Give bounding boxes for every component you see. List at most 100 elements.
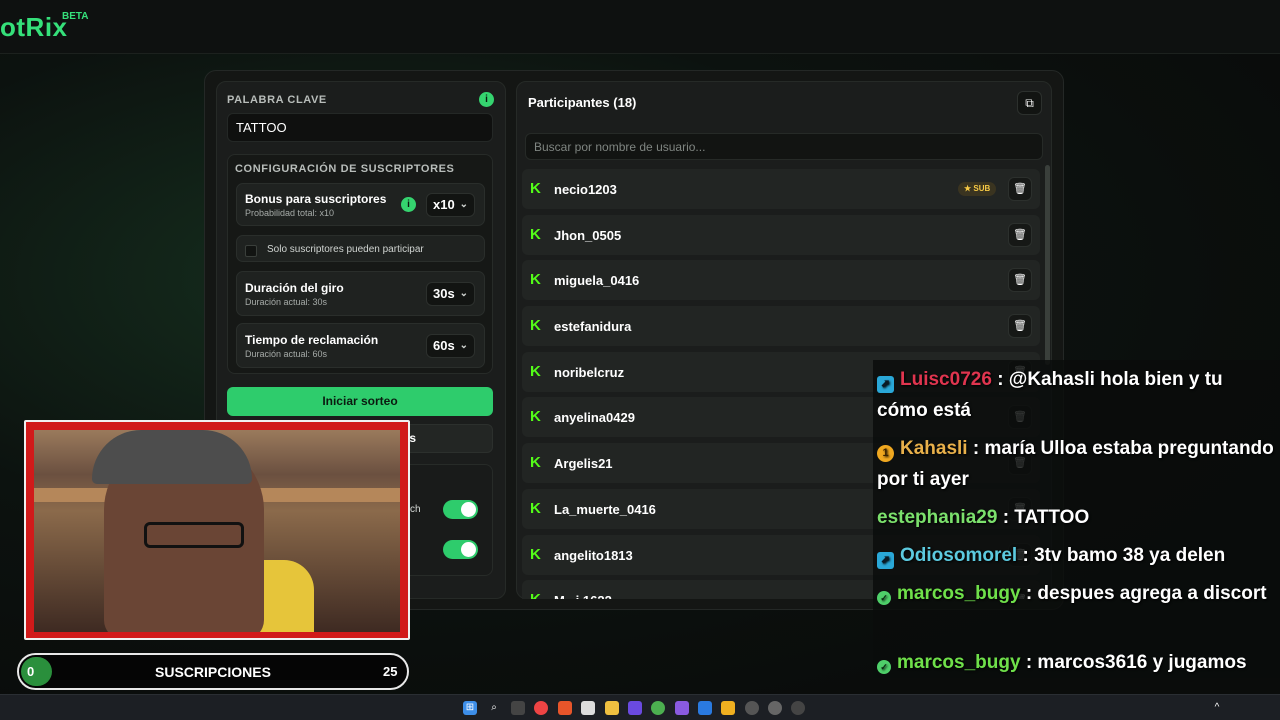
shield-icon[interactable] [698,701,712,715]
delete-participant-button[interactable]: 🗑 [1008,222,1032,247]
spin-duration-value: 30s [433,286,455,301]
brave-icon[interactable] [558,701,572,715]
participant-name: miguela_0416 [554,273,640,289]
only-subs-checkbox[interactable] [245,245,257,257]
participant-search-input[interactable] [525,133,1043,160]
twitch-icon[interactable] [675,701,689,715]
chat-text: : despues agrega a discort [1025,583,1267,604]
chat-text: : marcos3616 y jugamos [1025,652,1247,673]
microphone-icon[interactable] [1226,701,1240,715]
participants-scrollbar[interactable] [1045,165,1050,365]
top-bar: otRix BETA [0,0,1280,54]
toggle-label-1: ch [410,504,421,515]
store-icon[interactable] [581,701,595,715]
r-app-icon[interactable] [721,701,735,715]
trash-icon: 🗑 [1013,274,1027,287]
toggle-switch-1[interactable] [443,500,478,519]
goal-end-value: 25 [383,664,398,679]
participant-row: Knecio1203 ★ SUB 🗑 [522,169,1040,209]
copy-button[interactable]: ⧉ [1017,91,1042,115]
bonus-select[interactable]: x10 ⌄ [426,193,475,217]
participant-name: estefanidura [554,319,632,335]
kick-icon: K [530,499,541,517]
taskbar: ⊞ ⌕ ^ [0,694,1280,720]
copy-icon: ⧉ [1025,96,1034,110]
task-view-icon[interactable] [511,701,525,715]
participant-name: noribelcruz [554,364,625,380]
only-subs-label: Solo suscriptores pueden participar [267,244,424,255]
start-giveaway-button[interactable]: Iniciar sorteo [227,387,493,416]
info-icon[interactable]: i [479,92,494,107]
kick-icon: K [530,362,541,380]
browser-icon[interactable] [651,701,665,715]
kick-icon: K [530,317,541,335]
claim-time-select[interactable]: 60s ⌄ [426,334,475,358]
app-logo[interactable]: otRix [0,12,68,43]
toggle-knob [461,502,476,517]
bonus-info-icon[interactable]: i [401,197,416,212]
participant-row: K Jhon_0505 🗑 [522,214,1040,255]
webcam-cap [92,430,252,484]
only-subs-row[interactable]: Solo suscriptores pueden participar [236,235,485,262]
trash-icon: 🗑 [1013,183,1027,195]
verified-badge-icon: ✓ [877,591,891,605]
verified-badge-icon: ✓ [877,660,891,674]
keyword-label: PALABRA CLAVE [227,94,327,106]
tray-chevron-icon[interactable]: ^ [1210,701,1224,715]
chat-message: estephania29 : TATTOO [877,502,1277,533]
chat-username: Kahasli [900,438,968,459]
chat-text: : 3tv bamo 38 ya delen [1022,545,1226,566]
kick-icon: K [530,180,541,197]
participant-name: anyelina0429 [554,410,635,426]
beta-badge: BETA [62,11,89,22]
kick-icon: K [530,454,541,472]
chat-overlay: ⬈ Luisc0726 : @Kahasli hola bien y tu cóm… [873,360,1280,678]
chrome-icon[interactable] [534,701,548,715]
claim-time-title: Tiempo de reclamación [245,333,379,347]
kick-icon: K [530,592,544,599]
participant-name: La_muerte_0416 [554,501,656,517]
chat-message: ⬈ Odiosomorel : 3tv bamo 38 ya delen [877,540,1277,571]
keyword-input[interactable] [227,113,493,142]
bonus-select-value: x10 [433,197,455,212]
chat-username: estephania29 [877,507,998,528]
subscription-goal-fill [21,657,52,686]
chat-text: : TATTOO [1002,507,1090,528]
sub-badge: ★ SUB [958,182,997,196]
settings-icon[interactable] [745,701,759,715]
delete-participant-button[interactable]: 🗑 [1008,177,1032,201]
windows-start-icon[interactable]: ⊞ [463,701,477,715]
chevron-down-icon: ⌄ [459,199,468,210]
bonus-title: Bonus para suscriptores [245,192,387,206]
steam-icon[interactable] [768,701,782,715]
delete-participant-button[interactable]: 🗑 [1008,268,1032,293]
chevron-down-icon: ⌄ [459,340,468,351]
webcam-overlay [24,420,410,640]
bonus-row: Bonus para suscriptores Probabilidad tot… [236,183,485,226]
kick-icon: K [530,408,541,426]
claim-time-value: 60s [433,338,455,353]
participant-name: Jhon_0505 [554,227,622,243]
spin-duration-title: Duración del giro [245,281,344,295]
participant-row: Kestefanidura 🗑 [522,306,1040,347]
bonus-subtitle: Probabilidad total: x10 [245,208,335,218]
toggle-switch-2[interactable] [443,540,478,559]
spin-duration-row: Duración del giro Duración actual: 30s 3… [236,271,485,316]
obs-icon[interactable] [791,701,805,715]
app-icon[interactable] [628,701,642,715]
spin-duration-select[interactable]: 30s ⌄ [426,282,475,306]
kick-icon: K [530,225,541,243]
delete-participant-button[interactable]: 🗑 [1008,314,1032,339]
participants-title: Participantes (18) [528,95,637,110]
chat-username: Luisc0726 [900,369,992,390]
kick-icon: K [530,271,541,289]
network-icon[interactable] [1244,701,1258,715]
search-icon[interactable]: ⌕ [487,701,501,715]
volume-icon[interactable] [1262,701,1276,715]
sub-tier-badge-icon: 1 [877,445,894,462]
subscriber-config-label: CONFIGURACIÓN DE SUSCRIPTORES [235,163,455,175]
claim-time-row: Tiempo de reclamación Duración actual: 6… [236,323,485,368]
participant-name: necio1203 [554,182,617,197]
folder-icon[interactable] [605,701,619,715]
chat-message: ✓ marcos_bugy : marcos3616 y jugamos [877,647,1277,678]
